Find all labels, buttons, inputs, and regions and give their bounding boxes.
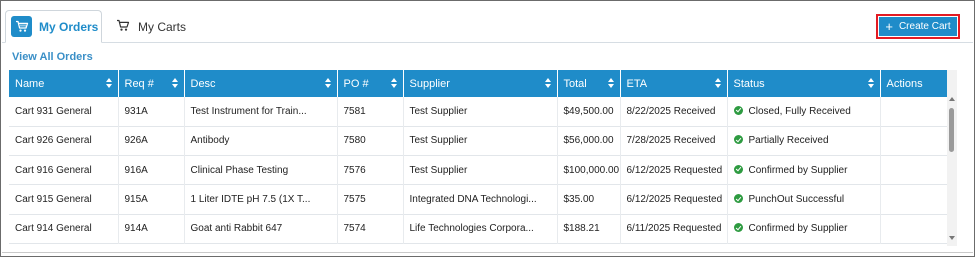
table-row[interactable]: Cart 915 General 915A 1 Liter IDTE pH 7.…: [9, 184, 947, 215]
scroll-up-arrow-icon[interactable]: [949, 97, 955, 101]
cell-name: Cart 915 General: [9, 184, 119, 215]
cell-supplier: Test Supplier: [403, 155, 558, 185]
check-circle-icon: [733, 164, 743, 174]
column-header-supplier[interactable]: Supplier: [403, 70, 558, 97]
cell-supplier: Test Supplier: [403, 126, 558, 156]
table-row[interactable]: Cart 926 General 926A Antibody 7580 Test…: [9, 126, 947, 156]
scroll-down-arrow-icon[interactable]: [949, 236, 955, 240]
cell-eta: 6/12/2025 Requested: [620, 155, 728, 185]
cell-desc: Goat anti Rabbit 647: [184, 214, 338, 244]
cell-name: Cart 926 General: [9, 126, 119, 156]
sort-icon[interactable]: [390, 78, 397, 89]
cell-po: 7576: [337, 155, 404, 185]
cell-supplier: Test Supplier: [403, 97, 558, 127]
cell-actions: [880, 126, 947, 155]
cell-desc: Antibody: [184, 126, 338, 156]
create-cart-highlight: + Create Cart: [876, 14, 960, 39]
cell-status: Confirmed by Supplier: [727, 155, 881, 185]
cell-po: 7581: [337, 97, 404, 127]
column-header-status[interactable]: Status: [727, 70, 881, 97]
check-circle-icon: [733, 135, 743, 145]
cell-total: $35.00: [557, 184, 621, 215]
create-cart-button[interactable]: + Create Cart: [879, 17, 957, 36]
cell-desc: Clinical Phase Testing: [184, 155, 338, 185]
table-scrollbar[interactable]: [947, 70, 957, 246]
cell-supplier: Life Technologies Corpora...: [403, 214, 558, 244]
cell-supplier: Integrated DNA Technologi...: [403, 184, 558, 215]
cell-req: 926A: [118, 126, 185, 156]
table-row[interactable]: Cart 916 General 916A Clinical Phase Tes…: [9, 155, 947, 185]
sort-icon[interactable]: [867, 78, 874, 89]
cell-total: $56,000.00: [557, 126, 621, 156]
sort-icon[interactable]: [105, 78, 112, 89]
cell-eta: 6/12/2025 Requested: [620, 184, 728, 215]
cell-req: 914A: [118, 214, 185, 244]
column-header-actions: Actions: [886, 77, 923, 90]
cell-status: PunchOut Successful: [727, 184, 881, 215]
cell-status: Closed, Fully Received: [727, 97, 881, 127]
tab-bar: My Orders My Carts + Create Cart: [2, 2, 973, 43]
cell-status: Confirmed by Supplier: [727, 214, 881, 244]
cell-name: Cart 931 General: [9, 97, 119, 127]
cell-desc: 1 Liter IDTE pH 7.5 (1X T...: [184, 184, 338, 215]
orders-table: Name Req # Desc PO # Supplier Total ETA …: [9, 70, 947, 246]
cart-icon: [116, 19, 130, 35]
cart-icon: [11, 16, 32, 37]
table-row[interactable]: Cart 931 General 931A Test Instrument fo…: [9, 97, 947, 127]
cell-req: 931A: [118, 97, 185, 127]
cell-total: $100,000.00: [557, 155, 621, 185]
column-header-req[interactable]: Req #: [118, 70, 185, 97]
cell-req: 916A: [118, 155, 185, 185]
cell-eta: 7/28/2025 Received: [620, 126, 728, 156]
cell-po: 7575: [337, 184, 404, 215]
cell-desc: Test Instrument for Train...: [184, 97, 338, 127]
scrollbar-thumb[interactable]: [949, 108, 954, 152]
cell-actions: [880, 97, 947, 126]
sort-icon[interactable]: [714, 78, 721, 89]
cell-po: 7580: [337, 126, 404, 156]
cell-total: $49,500.00: [557, 97, 621, 127]
plus-icon: +: [885, 19, 893, 34]
cell-po: 7574: [337, 214, 404, 244]
sort-icon[interactable]: [607, 78, 614, 89]
tab-my-orders[interactable]: My Orders: [5, 10, 102, 43]
column-header-po[interactable]: PO #: [337, 70, 404, 97]
cell-total: $188.21: [557, 214, 621, 244]
divider: [2, 252, 973, 253]
cell-name: Cart 914 General: [9, 214, 119, 244]
sort-icon[interactable]: [171, 78, 178, 89]
table-header: Name Req # Desc PO # Supplier Total ETA …: [9, 70, 947, 97]
tab-my-orders-label: My Orders: [39, 19, 99, 34]
cell-actions: [880, 214, 947, 243]
cell-eta: 8/22/2025 Received: [620, 97, 728, 127]
cell-name: Cart 916 General: [9, 155, 119, 185]
column-header-total[interactable]: Total: [557, 70, 621, 97]
sort-icon[interactable]: [544, 78, 551, 89]
tab-my-carts-label: My Carts: [138, 19, 186, 34]
tab-my-carts[interactable]: My Carts: [116, 10, 186, 43]
cell-status: Partially Received: [727, 126, 881, 156]
column-header-name[interactable]: Name: [9, 70, 119, 97]
cell-eta: 6/11/2025 Requested: [620, 214, 728, 244]
create-cart-label: Create Cart: [898, 21, 951, 32]
table-row[interactable]: Cart 914 General 914A Goat anti Rabbit 6…: [9, 214, 947, 244]
view-all-orders-link[interactable]: View All Orders: [12, 51, 93, 63]
sort-icon[interactable]: [324, 78, 331, 89]
orders-panel: My Orders My Carts + Create Cart View Al…: [0, 0, 975, 257]
cell-actions: [880, 156, 947, 185]
cell-actions: [880, 185, 947, 214]
check-circle-icon: [733, 105, 743, 115]
check-circle-icon: [733, 194, 743, 204]
check-circle-icon: [733, 223, 743, 233]
column-header-eta[interactable]: ETA: [620, 70, 728, 97]
cell-req: 915A: [118, 184, 185, 215]
column-header-desc[interactable]: Desc: [184, 70, 338, 97]
